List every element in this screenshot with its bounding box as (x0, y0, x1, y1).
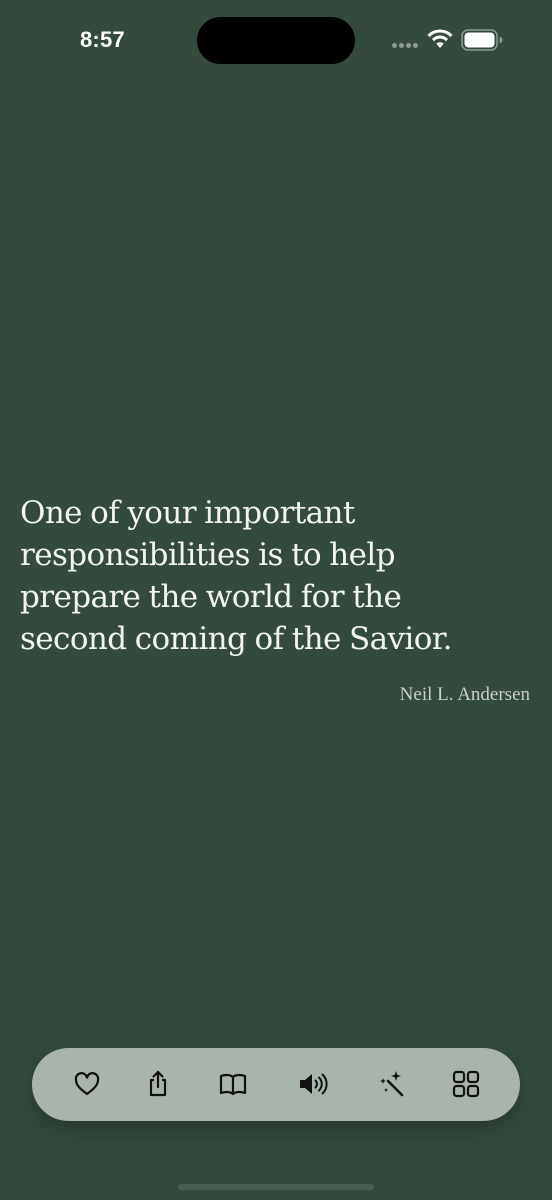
cellular-signal-icon (392, 43, 420, 49)
quote-line: second coming of the Savior. (20, 621, 452, 657)
share-icon (149, 1070, 167, 1097)
audio-button[interactable] (295, 1066, 331, 1102)
quote-line: responsibilities is to help (20, 537, 396, 573)
action-toolbar (32, 1048, 520, 1121)
gallery-button[interactable] (448, 1066, 484, 1102)
status-time: 8:57 (80, 27, 125, 52)
customize-button[interactable] (373, 1066, 409, 1102)
favorite-button[interactable] (69, 1066, 105, 1102)
book-icon (219, 1073, 247, 1096)
quote-author: Neil L. Andersen (399, 684, 530, 705)
read-button[interactable] (215, 1066, 251, 1102)
heart-icon (74, 1072, 100, 1096)
quote-text: One of your important responsibilities i… (20, 492, 530, 660)
wifi-icon (427, 29, 453, 49)
quote-line: prepare the world for the (20, 579, 402, 615)
grid-icon (452, 1070, 480, 1098)
battery-icon (461, 29, 503, 51)
magic-wand-icon (380, 1071, 404, 1097)
share-button[interactable] (140, 1066, 176, 1102)
home-indicator[interactable] (178, 1184, 374, 1190)
quote-line: One of your important (20, 495, 355, 531)
status-bar: 8:57 (0, 0, 552, 80)
speaker-icon (300, 1073, 328, 1095)
dynamic-island (197, 17, 355, 64)
